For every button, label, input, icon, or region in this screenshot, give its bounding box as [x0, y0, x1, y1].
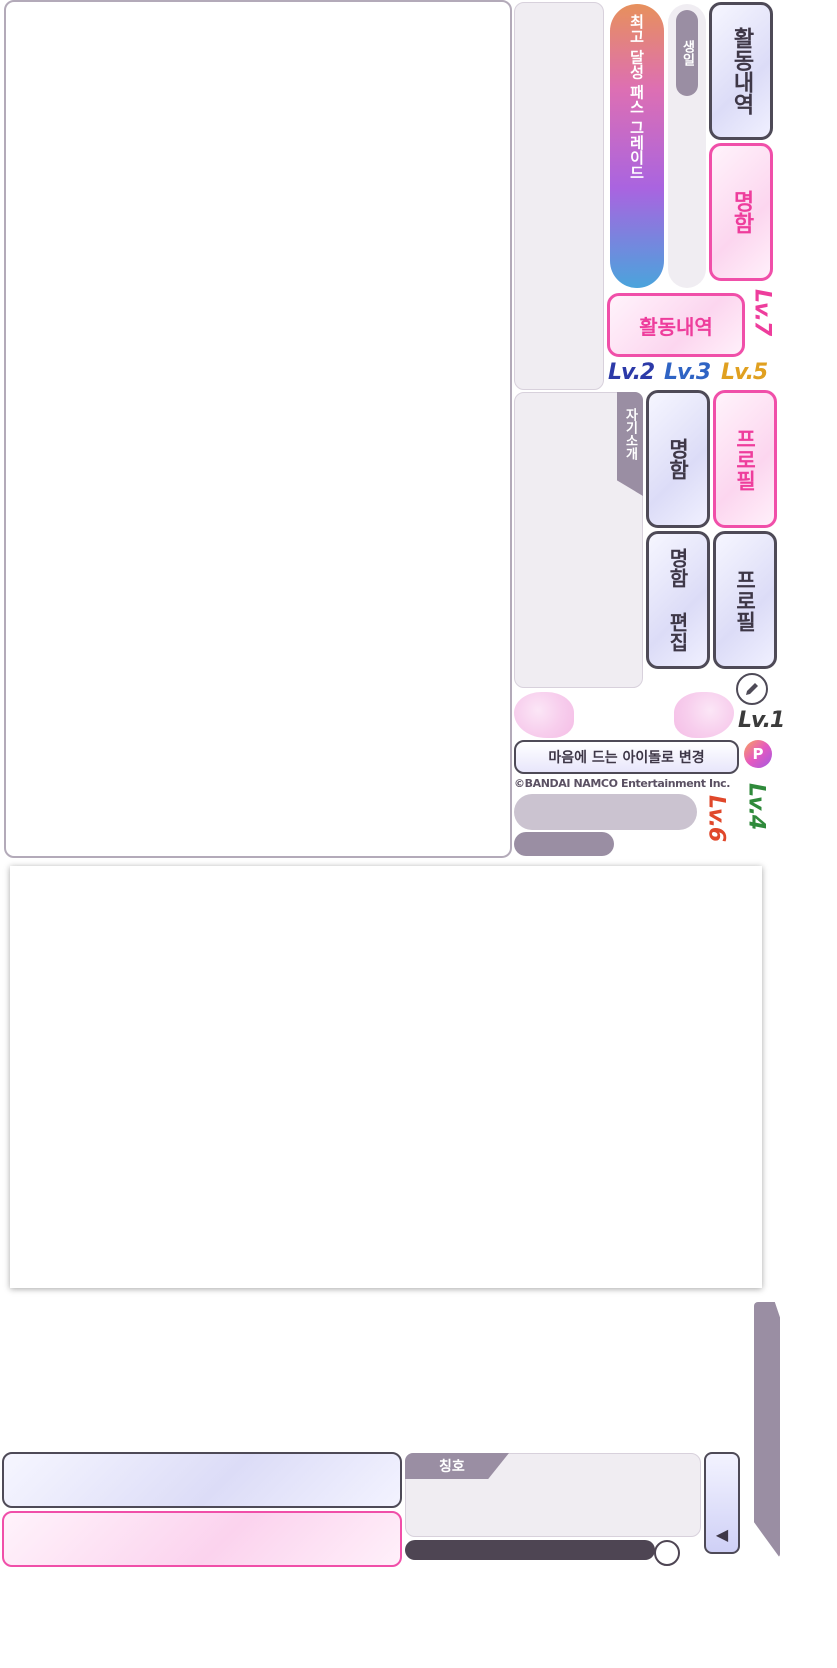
title-tag: 칭호: [405, 1453, 509, 1479]
self-intro-box: 자기소개: [514, 392, 643, 688]
lv4-label: Lv.4: [743, 782, 769, 830]
triangle-left-icon: ◀: [715, 1525, 729, 1544]
activity-history-button[interactable]: 활동내역: [607, 293, 745, 357]
pink-long-button[interactable]: [2, 1511, 402, 1567]
progress-bar: [405, 1540, 655, 1560]
main-panel: [4, 0, 512, 858]
progress-knob[interactable]: [654, 1540, 680, 1566]
gauge-bar-large: [514, 794, 697, 830]
lv3-label: Lv.3: [664, 360, 711, 385]
lv6-label: Lv.6: [703, 794, 729, 842]
info-box-top: [514, 2, 604, 390]
lv7-label: Lv.7: [749, 288, 775, 336]
lv1-label: Lv.1: [738, 708, 785, 733]
profile-button-pink[interactable]: 프로필: [713, 390, 777, 528]
left-wing-icon: [514, 692, 574, 738]
title-box: 칭호: [405, 1453, 701, 1537]
business-card-tab-pink[interactable]: 명함: [709, 143, 773, 281]
content-card: [10, 866, 762, 1288]
self-intro-tag: 자기소개: [617, 392, 643, 496]
lv5-label: Lv.5: [721, 360, 768, 385]
copyright-text: ©BANDAI NAMCO Entertainment Inc.: [514, 777, 731, 790]
gauge-bar-small: [514, 832, 614, 856]
points-icon: P: [744, 740, 772, 768]
pencil-icon[interactable]: [736, 673, 768, 705]
collapse-triangle-button[interactable]: ◀: [704, 1452, 740, 1554]
profile-button-gray[interactable]: 프로필: [713, 531, 777, 669]
birthday-field: 생일: [668, 4, 706, 288]
business-card-edit-button[interactable]: 명함 편집: [646, 531, 710, 669]
lv2-label: Lv.2: [608, 360, 655, 385]
activity-history-tab[interactable]: 활동내역: [709, 2, 773, 140]
gray-long-button[interactable]: [2, 1452, 402, 1508]
business-card-button[interactable]: 명함: [646, 390, 710, 528]
change-favorite-idol-button[interactable]: 마음에 드는 아이돌로 변경: [514, 740, 739, 774]
birthday-tag: 생일: [676, 10, 698, 96]
best-pass-grade-bar: 최고 달성 패스 그레이드: [610, 4, 664, 288]
side-tab[interactable]: [754, 1302, 780, 1558]
right-wing-icon: [674, 692, 734, 738]
